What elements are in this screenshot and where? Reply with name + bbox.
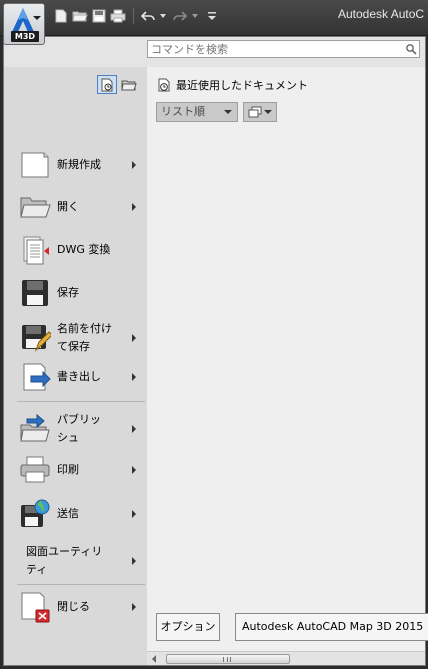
sort-order-value: リスト順 [161, 105, 205, 118]
application-menu-button[interactable]: M3D [3, 3, 45, 45]
chevron-down-icon [264, 110, 272, 114]
chevron-right-icon [132, 557, 136, 565]
chevron-right-icon [132, 603, 136, 611]
recent-documents-panel: 最近使用したドキュメント リスト順 オプション Autodesk AutoCAD… [147, 67, 428, 665]
customize-icon[interactable] [203, 7, 221, 25]
chevron-right-icon [132, 510, 136, 518]
application-menu: 新規作成 開く DWG 変換 [3, 36, 428, 666]
recent-documents-icon [158, 78, 170, 92]
recent-documents-title: 最近使用したドキュメント [176, 79, 308, 92]
recent-documents-toggle[interactable] [97, 75, 117, 94]
scrollbar-thumb[interactable] [166, 654, 290, 664]
menu-item-label: 印刷 [57, 463, 79, 476]
chevron-right-icon [132, 373, 136, 381]
open-icon[interactable] [71, 7, 89, 25]
recent-documents-icon [101, 78, 113, 91]
chevron-down-icon [33, 16, 41, 20]
menu-item-export[interactable]: 書き出し [4, 357, 147, 397]
export-icon [23, 363, 51, 391]
menu-item-label: 開く [57, 200, 79, 213]
menu-item-publish[interactable]: パブリッ シュ [4, 404, 147, 454]
window-title: Autodesk AutoC [338, 7, 425, 21]
save-as-icon [22, 325, 51, 352]
send-icon [21, 499, 50, 527]
menu-item-send[interactable]: 送信 [4, 494, 147, 534]
menu-divider [17, 401, 145, 402]
save-disk-icon [22, 280, 48, 306]
autodesk-logo-icon [12, 8, 34, 32]
product-badge: M3D [11, 31, 39, 42]
redo-dropdown-icon[interactable] [192, 14, 198, 18]
print-icon[interactable] [109, 7, 127, 25]
chevron-right-icon [132, 161, 136, 169]
close-document-icon [21, 592, 50, 623]
menu-item-label: 名前を付け て保存 [57, 322, 112, 353]
view-toggle [97, 75, 141, 94]
menu-item-print[interactable]: 印刷 [4, 450, 147, 490]
menu-item-label: 送信 [57, 507, 79, 520]
open-documents-icon [121, 80, 137, 90]
document-view-icon [248, 106, 262, 118]
menu-divider [17, 584, 145, 585]
menu-item-label: 新規作成 [57, 158, 101, 171]
printer-icon [20, 456, 50, 483]
search-icon[interactable] [405, 43, 417, 55]
chevron-right-icon [132, 203, 136, 211]
menu-item-new[interactable]: 新規作成 [4, 145, 147, 185]
recent-documents-heading: 最近使用したドキュメント [157, 77, 308, 93]
menu-item-label: 保存 [57, 286, 79, 299]
quick-access-toolbar [52, 6, 222, 26]
menu-item-label: パブリッ シュ [57, 413, 101, 444]
sort-order-dropdown[interactable]: リスト順 [156, 102, 238, 122]
options-button[interactable]: オプション [156, 613, 220, 641]
chevron-right-icon [132, 425, 136, 433]
menu-item-dwg-convert[interactable]: DWG 変換 [4, 230, 147, 270]
menu-item-close[interactable]: 閉じる [4, 587, 147, 627]
menu-item-open[interactable]: 開く [4, 187, 147, 227]
search-input[interactable] [151, 42, 401, 56]
menu-item-drawing-utilities[interactable]: 図面ユーティリ ティ [4, 537, 147, 585]
menu-item-label: 図面ユーティリ ティ [26, 545, 103, 576]
chevron-down-icon [224, 110, 232, 114]
undo-dropdown-icon[interactable] [160, 14, 166, 18]
menu-commands: 新規作成 開く DWG 変換 保存 名前を付け て保存 書き出し パブリッ シュ… [4, 67, 147, 665]
menu-item-save[interactable]: 保存 [4, 273, 147, 313]
undo-icon[interactable] [139, 7, 157, 25]
toolbar-separator [133, 8, 134, 24]
search-box[interactable] [147, 40, 420, 58]
display-mode-dropdown[interactable] [243, 102, 277, 122]
new-icon[interactable] [52, 7, 70, 25]
dwg-convert-icon [23, 236, 49, 265]
search-row [4, 37, 425, 67]
grip-icon [223, 657, 231, 662]
menu-item-label: 書き出し [57, 370, 101, 383]
scroll-left-icon[interactable] [152, 655, 156, 663]
chevron-right-icon [132, 466, 136, 474]
save-icon[interactable] [90, 7, 108, 25]
menu-item-save-as[interactable]: 名前を付け て保存 [4, 313, 147, 363]
new-document-icon [21, 152, 49, 178]
folder-open-icon [20, 197, 51, 218]
open-documents-toggle[interactable] [119, 75, 139, 94]
chevron-right-icon [132, 334, 136, 342]
menu-item-label: DWG 変換 [57, 243, 111, 256]
redo-icon [171, 7, 189, 25]
menu-item-label: 閉じる [57, 600, 90, 613]
exit-application-button[interactable]: Autodesk AutoCAD Map 3D 2015 を [235, 613, 428, 641]
title-bar: Autodesk AutoC [0, 0, 428, 36]
publish-icon [20, 413, 50, 442]
horizontal-scrollbar[interactable] [147, 651, 425, 665]
